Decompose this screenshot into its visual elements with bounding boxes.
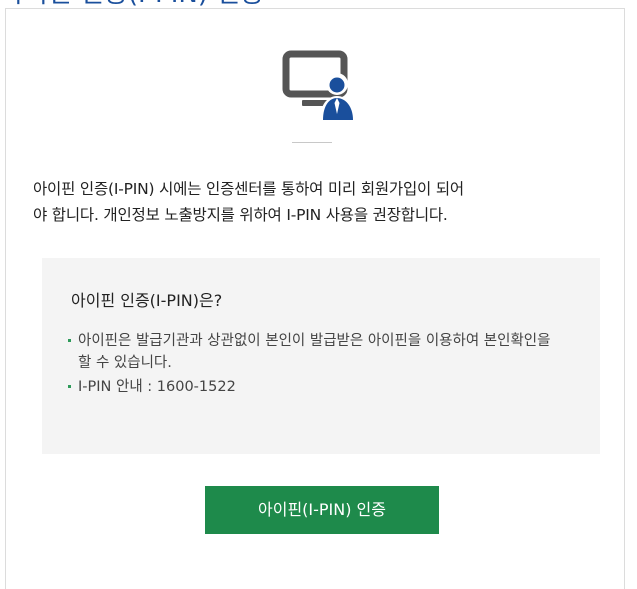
page-title: 아이핀 인증(I-PIN) 인증 <box>0 0 264 8</box>
info-list: 아이핀은 발급기관과 상관없이 본인이 발급받은 아이핀을 이용하여 본인확인을… <box>68 330 568 400</box>
info-item: I-PIN 안내 : 1600-1522 <box>68 376 568 398</box>
ipin-info-box: 아이핀 인증(I-PIN)은? 아이핀은 발급기관과 상관없이 본인이 발급받은… <box>42 258 600 454</box>
bullet-icon <box>68 339 71 342</box>
monitor-user-icon <box>282 48 358 124</box>
description-line-2: 야 합니다. 개인정보 노출방지를 위하여 I-PIN 사용을 권장합니다. <box>33 206 448 224</box>
ipin-auth-button[interactable]: 아이핀(I-PIN) 인증 <box>205 486 439 534</box>
description-line-1: 아이핀 인증(I-PIN) 시에는 인증센터를 통하여 미리 회원가입이 되어 <box>33 180 464 198</box>
info-item-text: I-PIN 안내 : 1600-1522 <box>78 379 236 395</box>
info-title: 아이핀 인증(I-PIN)은? <box>71 291 223 310</box>
ipin-description: 아이핀 인증(I-PIN) 시에는 인증센터를 통하여 미리 회원가입이 되어 … <box>33 176 603 228</box>
info-item-text: 아이핀은 발급기관과 상관없이 본인이 발급받은 아이핀을 이용하여 본인확인을… <box>78 333 551 371</box>
monitor-user-svg <box>282 50 356 120</box>
divider <box>292 142 332 143</box>
bullet-icon <box>68 385 71 388</box>
ipin-auth-panel: 아이핀 인증(I-PIN) 시에는 인증센터를 통하여 미리 회원가입이 되어 … <box>5 8 625 589</box>
info-item: 아이핀은 발급기관과 상관없이 본인이 발급받은 아이핀을 이용하여 본인확인을… <box>68 330 568 374</box>
